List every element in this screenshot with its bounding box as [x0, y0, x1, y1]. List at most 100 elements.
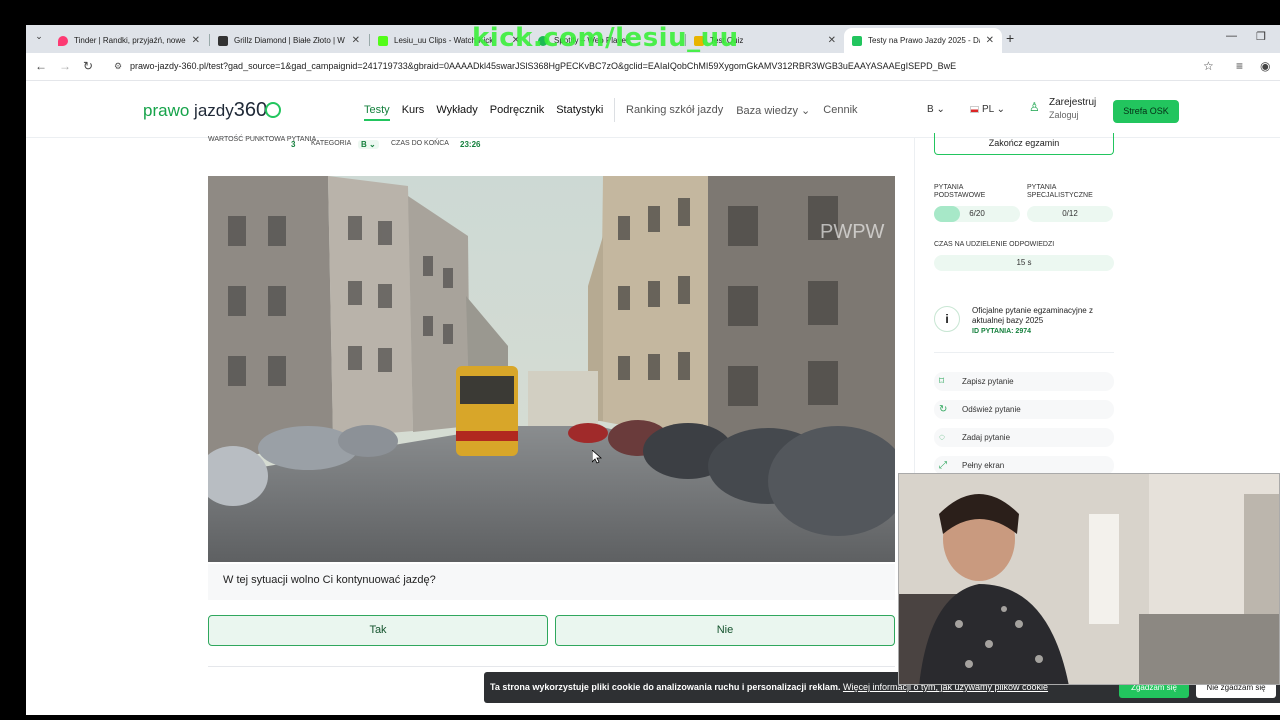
maximize-icon[interactable]: ❐ — [1256, 30, 1266, 43]
user-icon: ♙ — [1029, 100, 1040, 114]
ask-question-button[interactable]: ◌ Zadaj pytanie — [934, 428, 1114, 447]
minimize-icon[interactable]: — — [1226, 30, 1237, 42]
refresh-question-button[interactable]: ↻ Odśwież pytanie — [934, 400, 1114, 419]
cookie-text: Ta strona wykorzystuje pliki cookie do a… — [490, 682, 841, 692]
refresh-question-label: Odśwież pytanie — [962, 405, 1021, 414]
special-questions-label: Pytania specjalistyczne — [1027, 184, 1093, 199]
chevron-down-icon: ⌄ — [996, 104, 1006, 115]
nav-testy[interactable]: Testy — [364, 104, 390, 121]
refresh-icon: ↻ — [939, 404, 948, 415]
tab-title: Tinder | Randki, przyjaźń, nowe — [74, 36, 186, 45]
stream-watermark: kick.com/lesiu_uu — [472, 25, 739, 53]
nav-divider — [614, 98, 615, 122]
account-links[interactable]: ♙ Zarejestruj Zaloguj — [1029, 97, 1096, 121]
main-nav: Testy Kurs Wykłady Podręcznik Statystyki — [364, 104, 603, 121]
category-dropdown[interactable]: B ⌄ — [358, 140, 379, 149]
save-question-label: Zapisz pytanie — [962, 377, 1014, 386]
forward-arrow-icon[interactable]: → — [59, 59, 71, 73]
special-questions-value: 0/12 — [1062, 209, 1078, 218]
bookmark-icon: ⌑ — [939, 376, 945, 387]
tab-title: Testy na Prawo Jazdy 2025 - Da — [868, 36, 980, 45]
end-exam-button[interactable]: Zakończ egzamin — [934, 133, 1114, 155]
login-link[interactable]: Zaloguj — [1049, 109, 1096, 121]
basic-questions-value: 6/20 — [969, 209, 985, 218]
answer-time-label: Czas na udzielenie odpowiedzi — [934, 241, 1055, 248]
language-value: PL — [982, 104, 994, 115]
basic-progress-fill — [934, 206, 960, 222]
tab-tinder[interactable]: Tinder | Randki, przyjaźń, nowe ✕ — [50, 28, 208, 53]
close-icon[interactable]: ✕ — [352, 35, 360, 46]
tab-prawo-jazdy[interactable]: Testy na Prawo Jazdy 2025 - Da ✕ — [844, 28, 1002, 53]
site-header: prawo jazdy360 Testy Kurs Wykłady Podręc… — [26, 82, 1280, 138]
official-question-info: i Oficjalne pytanie egzaminacyjne z aktu… — [934, 299, 1114, 349]
close-icon[interactable]: ✕ — [828, 35, 836, 46]
mouse-cursor-icon — [592, 450, 602, 464]
logo-check-icon — [265, 102, 282, 118]
panel-divider — [914, 138, 915, 518]
street-scene-image: PWPW — [208, 176, 895, 562]
panel-divider — [934, 352, 1114, 353]
media-control-icon[interactable]: ≡ — [1236, 59, 1243, 73]
language-selector[interactable]: PL ⌄ — [970, 104, 1005, 115]
ask-question-label: Zadaj pytanie — [962, 433, 1011, 442]
nav-wyklady[interactable]: Wykłady — [436, 104, 477, 121]
tinder-icon — [58, 35, 68, 46]
webcam-overlay — [898, 473, 1280, 685]
nav-podrecznik[interactable]: Podręcznik — [490, 104, 544, 121]
logo-word-jazdy: jazdy — [194, 101, 234, 120]
basic-questions-label: Pytania podstawowe — [934, 184, 986, 199]
nav-baza-wiedzy-label: Baza wiedzy — [736, 105, 798, 117]
webcam-feed-image — [899, 474, 1279, 684]
logo-number-360: 360 — [233, 99, 268, 121]
site-info-icon[interactable]: ⚙ — [114, 61, 122, 72]
points-label: Wartość punktowa pytania — [208, 136, 317, 143]
info-icon: i — [934, 306, 960, 332]
question-video[interactable]: PWPW — [208, 176, 895, 562]
category-selector-value: B — [927, 104, 934, 115]
info-text: Oficjalne pytanie egzaminacyjne z aktual… — [972, 306, 1093, 325]
browser-toolbar: ← → ↻ ⚙ prawo-jazdy-360.pl/test?gad_sour… — [26, 53, 1280, 81]
chevron-down-icon: ⌄ — [369, 140, 376, 149]
chevron-down-icon: ⌄ — [801, 105, 811, 117]
kick-icon — [378, 35, 388, 46]
register-link[interactable]: Zarejestruj — [1049, 97, 1096, 109]
video-watermark: PWPW — [820, 221, 885, 243]
strefa-osk-button[interactable]: Strefa OSK — [1113, 100, 1179, 123]
question-text: W tej sytuacji wolno Ci kontynuować jazd… — [208, 564, 895, 600]
logo-word-prawo: prawo — [143, 101, 190, 120]
tab-title: Grillz Diamond | Białe Złoto | W — [234, 36, 345, 45]
nav-cennik[interactable]: Cennik — [823, 104, 857, 117]
time-remaining-value: 23:26 — [460, 140, 481, 149]
nav-baza-wiedzy[interactable]: Baza wiedzy ⌄ — [736, 104, 810, 117]
site-logo[interactable]: prawo jazdy360 — [143, 99, 282, 122]
prawo-jazdy-icon — [852, 35, 862, 46]
profile-icon[interactable]: ◉ — [1260, 59, 1270, 73]
new-tab-plus-icon[interactable]: + — [1006, 30, 1014, 46]
tab-strip: ⌄ Tinder | Randki, przyjaźń, nowe ✕ Gril… — [26, 25, 1280, 53]
close-icon[interactable]: ✕ — [986, 35, 994, 46]
tab-grillz[interactable]: Grillz Diamond | Białe Złoto | W ✕ — [210, 28, 368, 53]
nav-ranking[interactable]: Ranking szkół jazdy — [626, 104, 723, 117]
address-bar[interactable]: prawo-jazdy-360.pl/test?gad_source=1&gad… — [130, 61, 956, 71]
reload-icon[interactable]: ↻ — [83, 59, 93, 73]
answer-tak-button[interactable]: Tak — [208, 615, 548, 646]
question-id: ID PYTANIA: 2974 — [972, 328, 1031, 335]
back-arrow-icon[interactable]: ← — [35, 59, 47, 73]
answer-nie-button[interactable]: Nie — [555, 615, 895, 646]
nav-kurs[interactable]: Kurs — [402, 104, 425, 121]
points-value: 3 — [291, 140, 296, 149]
bookmark-star-icon[interactable]: ☆ — [1203, 59, 1214, 73]
nav-statystyki[interactable]: Statystyki — [556, 104, 603, 121]
divider — [208, 666, 895, 667]
basic-questions-progress: 6/20 — [934, 206, 1020, 222]
secondary-nav: Ranking szkół jazdy Baza wiedzy ⌄ Cennik — [626, 104, 858, 117]
save-question-button[interactable]: ⌑ Zapisz pytanie — [934, 372, 1114, 391]
answer-time-value: 15 s — [934, 255, 1114, 271]
chat-icon: ◌ — [939, 432, 945, 443]
chevron-down-icon: ⌄ — [936, 104, 945, 115]
tab-search-chevron-icon[interactable]: ⌄ — [32, 31, 46, 45]
grillz-icon — [218, 35, 228, 46]
close-icon[interactable]: ✕ — [192, 35, 200, 46]
time-remaining-label: Czas do końca — [391, 140, 449, 147]
category-selector[interactable]: B ⌄ — [927, 104, 945, 115]
